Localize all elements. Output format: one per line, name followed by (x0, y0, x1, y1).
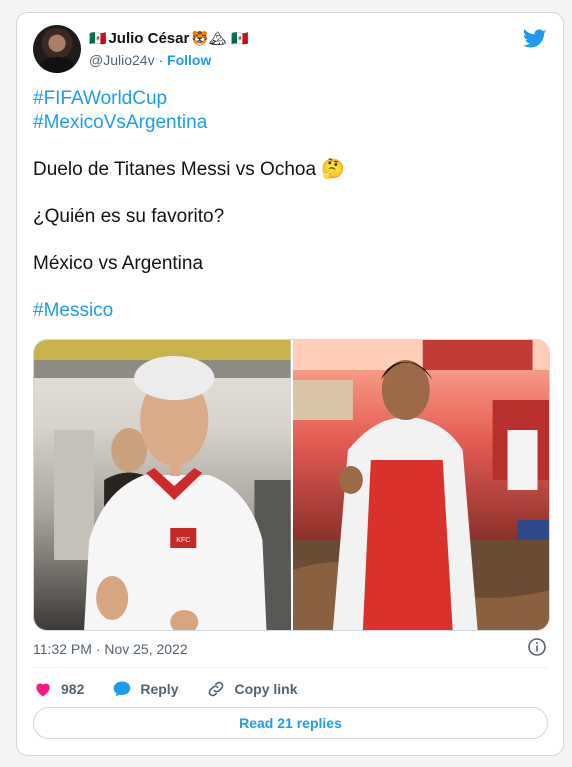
author-display-name[interactable]: Julio César (108, 30, 189, 47)
reply-bubble-icon (114, 681, 131, 697)
follow-link[interactable]: Follow (167, 52, 211, 68)
author-avatar[interactable] (33, 25, 81, 73)
author-handle[interactable]: @Julio24v (89, 52, 155, 68)
name-emojis: 🐯🏔 🇲🇽 (191, 30, 249, 47)
hashtag-mexicovsargentina[interactable]: #MexicoVsArgentina (33, 111, 543, 135)
copy-link-button[interactable]: Copy link (206, 679, 298, 699)
tweet-text: #FIFAWorldCup #MexicoVsArgentina Duelo d… (33, 87, 543, 323)
tweet-line-favorito: ¿Quién es su favorito? (33, 206, 225, 227)
tweet-line-mexico-vs-argentina: México vs Argentina (33, 253, 204, 274)
hashtag-fifaworldcup[interactable]: #FIFAWorldCup (33, 87, 543, 111)
hashtag-messico[interactable]: #Messico (33, 299, 543, 323)
tweet-media[interactable]: KFC (33, 339, 550, 631)
copy-link-label: Copy link (234, 681, 298, 697)
tweet-time: 11:32 PM (33, 641, 92, 657)
photo-market-vendor[interactable] (292, 340, 549, 630)
like-count: 982 (61, 681, 85, 697)
tweet-date: Nov 25, 2022 (104, 641, 188, 657)
separator-dot: · (154, 52, 168, 68)
kfc-logo-text: KFC (176, 537, 190, 544)
reply-button[interactable]: Reply (112, 679, 178, 699)
author-name-row[interactable]: 🇲🇽 Julio César 🐯🏔 🇲🇽 (89, 30, 248, 47)
like-button[interactable]: 982 (33, 679, 84, 699)
link-icon (209, 681, 224, 697)
tweet-actions: 982 Reply Copy link (33, 679, 326, 699)
mexico-flag-emoji: 🇲🇽 (89, 30, 107, 47)
heart-icon (36, 683, 50, 697)
timestamp-dot: · (91, 641, 105, 657)
info-icon[interactable] (527, 637, 547, 657)
tweet-card: 🇲🇽 Julio César 🐯🏔 🇲🇽 @Julio24v · Follow … (16, 12, 564, 756)
divider (33, 667, 548, 668)
tweet-timestamp[interactable]: 11:32 PM · Nov 25, 2022 (33, 641, 188, 657)
twitter-bird-icon[interactable] (523, 27, 547, 51)
read-replies-button[interactable]: Read 21 replies (33, 707, 548, 739)
author-handle-row: @Julio24v · Follow (89, 52, 211, 68)
photo-kfc-worker[interactable]: KFC (34, 340, 291, 630)
reply-label: Reply (140, 681, 179, 697)
tweet-line-duelo: Duelo de Titanes Messi vs Ochoa 🤔 (33, 159, 345, 180)
